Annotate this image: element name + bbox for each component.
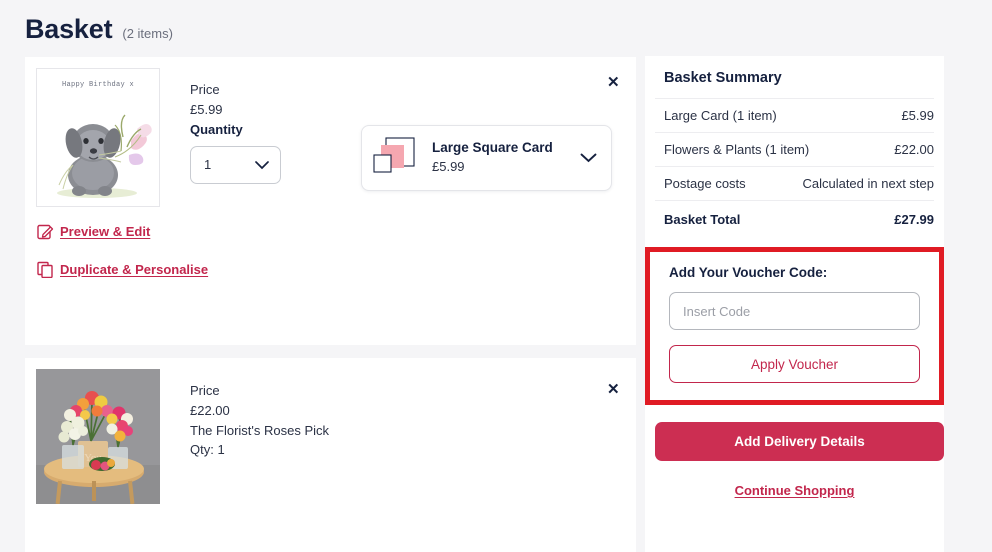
- duplicate-and-personalise-link[interactable]: Duplicate & Personalise: [37, 261, 208, 278]
- page-header: Basket (2 items): [25, 14, 173, 45]
- chevron-down-icon: [255, 160, 269, 169]
- add-delivery-details-button[interactable]: Add Delivery Details: [655, 422, 944, 461]
- basket-item-count: (2 items): [122, 26, 173, 41]
- voucher-code-input[interactable]: [669, 292, 920, 330]
- voucher-section: Add Your Voucher Code: Apply Voucher: [645, 247, 944, 405]
- flowers-photo: You: [36, 369, 160, 504]
- basket-item-card: Happy Birthday x Price £5.99 Quantity 1 …: [25, 57, 636, 345]
- preview-and-edit-link[interactable]: Preview & Edit: [37, 223, 208, 240]
- product-name: The Florist's Roses Pick: [190, 422, 330, 438]
- summary-total-label: Basket Total: [664, 212, 741, 227]
- card-size-icon: [373, 137, 415, 173]
- summary-row-amount: Calculated in next step: [802, 176, 934, 191]
- page-title: Basket: [25, 14, 113, 44]
- edit-icon: [37, 224, 54, 240]
- puppy-illustration: [57, 114, 152, 198]
- quantity-label: Quantity: [190, 121, 243, 137]
- basket-items-column: Happy Birthday x Price £5.99 Quantity 1 …: [25, 57, 636, 552]
- card-size-selector[interactable]: Large Square Card £5.99: [361, 125, 612, 191]
- flowers-thumbnail: You: [36, 369, 160, 504]
- summary-row: Flowers & Plants (1 item) £22.00: [655, 132, 934, 166]
- duplicate-icon: [37, 261, 53, 278]
- summary-total-amount: £27.99: [894, 212, 934, 227]
- price-label: Price: [190, 82, 220, 97]
- summary-row: Postage costs Calculated in next step: [655, 166, 934, 200]
- card-size-text: Large Square Card £5.99: [432, 139, 580, 176]
- voucher-title: Add Your Voucher Code:: [669, 265, 828, 280]
- duplicate-and-personalise-label: Duplicate & Personalise: [60, 262, 209, 277]
- preview-and-edit-label: Preview & Edit: [60, 224, 151, 239]
- chevron-down-icon: [580, 153, 597, 163]
- apply-voucher-button[interactable]: Apply Voucher: [669, 345, 920, 383]
- item-action-links: Preview & Edit Duplicate & Personalise: [37, 223, 208, 299]
- summary-row-label: Large Card (1 item): [664, 108, 777, 123]
- continue-shopping-link[interactable]: Continue Shopping: [655, 483, 934, 498]
- basket-summary-panel: Basket Summary Large Card (1 item) £5.99…: [645, 56, 944, 552]
- price-label: Price: [190, 383, 220, 398]
- item-details: Price £22.00 The Florist's Roses Pick Qt…: [190, 369, 329, 504]
- summary-row-amount: £22.00: [894, 142, 934, 157]
- summary-row: Large Card (1 item) £5.99: [655, 98, 934, 132]
- remove-item-button[interactable]: ✕: [603, 71, 624, 94]
- product-quantity: Qty: 1: [190, 442, 225, 458]
- card-size-price: £5.99: [432, 158, 465, 174]
- quantity-select[interactable]: 1: [190, 146, 281, 185]
- summary-row-label: Postage costs: [664, 176, 746, 191]
- price-value: £5.99: [190, 101, 223, 117]
- basket-item-card: You Price £22.00 The Florist's Roses Pic…: [25, 358, 636, 552]
- summary-row-label: Flowers & Plants (1 item): [664, 142, 810, 157]
- card-size-name: Large Square Card: [432, 140, 553, 156]
- quantity-value: 1: [204, 157, 212, 173]
- summary-total-row: Basket Total £27.99: [655, 200, 934, 239]
- summary-row-amount: £5.99: [901, 108, 934, 123]
- item-details: Price £5.99 Quantity 1: [190, 68, 281, 207]
- remove-item-button[interactable]: ✕: [603, 378, 624, 401]
- summary-title: Basket Summary: [664, 70, 782, 86]
- card-thumbnail: Happy Birthday x: [36, 68, 160, 207]
- price-value: £22.00: [190, 402, 230, 418]
